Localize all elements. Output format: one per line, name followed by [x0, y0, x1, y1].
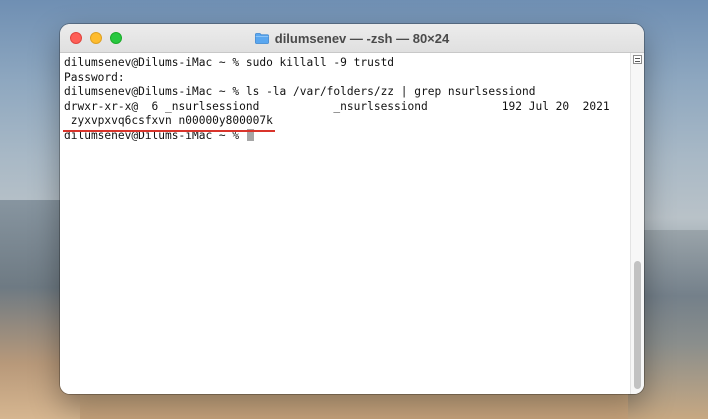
title-bar[interactable]: dilumsenev — -zsh — 80×24	[60, 24, 644, 53]
window-title: dilumsenev — -zsh — 80×24	[274, 30, 450, 46]
scrollbar-thumb[interactable]	[634, 261, 641, 389]
red-underline-annotation	[63, 129, 275, 132]
highlighted-terminal-line: zyxvpxvq6csfxvn n00000y800007k	[63, 114, 630, 132]
terminal-window: dilumsenev — -zsh — 80×24 dilumsenev@Dil…	[60, 24, 644, 394]
terminal-output[interactable]: dilumsenev@Dilums-iMac ~ % sudo killall …	[60, 53, 630, 394]
hamburger-icon[interactable]	[633, 55, 642, 64]
folder-icon	[254, 32, 269, 44]
highlighted-folder-text: zyxvpxvq6csfxvn n00000y800007k	[64, 114, 273, 127]
terminal-line: dilumsenev@Dilums-iMac ~ % ls -la /var/f…	[64, 85, 536, 98]
terminal-line: drwxr-xr-x@ 6 _nsurlsessiond _nsurlsessi…	[64, 99, 610, 113]
highlighted-folder-name: zyxvpxvq6csfxvn n00000y800007k	[63, 114, 275, 132]
terminal-line: Password:	[64, 70, 125, 84]
vertical-scrollbar[interactable]	[630, 53, 644, 394]
terminal-line: dilumsenev@Dilums-iMac ~ % sudo killall …	[64, 56, 395, 69]
